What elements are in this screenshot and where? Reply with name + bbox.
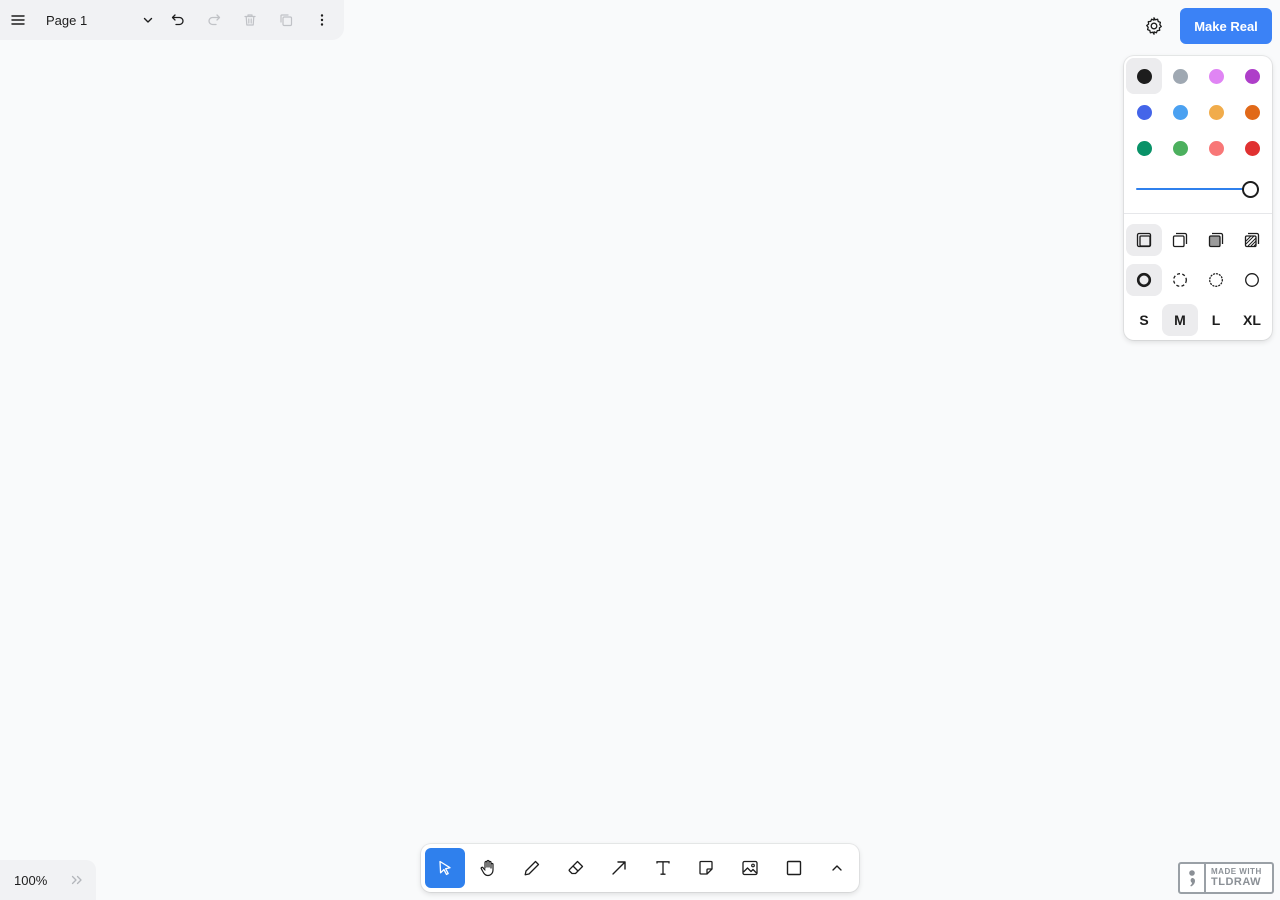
page-name: Page 1	[46, 12, 88, 28]
draw-icon[interactable]	[512, 848, 552, 888]
color-swatch-violet[interactable]	[1234, 58, 1270, 94]
slider-thumb[interactable]	[1242, 181, 1259, 198]
trash-icon[interactable]	[232, 0, 268, 40]
color-dot	[1244, 104, 1260, 120]
dash-dashed-icon[interactable]	[1162, 264, 1198, 296]
fill-options	[1126, 224, 1270, 256]
double-chevron-right-icon[interactable]	[62, 873, 92, 887]
color-dot	[1172, 104, 1188, 120]
fill-none-icon[interactable]	[1126, 224, 1162, 256]
color-dot	[1136, 104, 1152, 120]
color-swatch-orange[interactable]	[1234, 94, 1270, 130]
size-label: M	[1174, 312, 1186, 328]
color-dot	[1208, 68, 1224, 84]
chevron-up-icon[interactable]	[819, 848, 855, 888]
color-swatch-red[interactable]	[1234, 130, 1270, 166]
size-m-button[interactable]: M	[1162, 304, 1198, 336]
color-swatch-light-violet[interactable]	[1198, 58, 1234, 94]
make-real-button[interactable]: Make Real	[1180, 8, 1272, 44]
color-dot	[1244, 140, 1260, 156]
arrow-icon[interactable]	[599, 848, 639, 888]
duplicate-icon[interactable]	[268, 0, 304, 40]
size-l-button[interactable]: L	[1198, 304, 1234, 336]
hand-icon[interactable]	[469, 848, 509, 888]
undo-icon[interactable]	[160, 0, 196, 40]
watermark-text: MADE WITH TLDRAW	[1206, 868, 1262, 888]
style-panel: S M L XL	[1124, 56, 1272, 340]
color-swatch-light-green[interactable]	[1162, 130, 1198, 166]
color-dot	[1172, 140, 1188, 156]
color-picker	[1126, 58, 1270, 166]
made-with-tldraw-link[interactable]: MADE WITH TLDRAW	[1178, 862, 1274, 894]
size-label: S	[1139, 312, 1149, 328]
color-dot	[1208, 140, 1224, 156]
redo-icon[interactable]	[196, 0, 232, 40]
size-label: XL	[1243, 312, 1261, 328]
page-selector[interactable]: Page 1	[36, 0, 160, 40]
color-dot	[1244, 68, 1260, 84]
hamburger-icon[interactable]	[0, 0, 36, 40]
color-dot	[1208, 104, 1224, 120]
gear-icon[interactable]	[1136, 8, 1172, 44]
color-dot	[1136, 68, 1152, 84]
menu-bar: Page 1	[0, 0, 344, 40]
color-swatch-blue[interactable]	[1126, 94, 1162, 130]
color-swatch-grey[interactable]	[1162, 58, 1198, 94]
select-icon[interactable]	[425, 848, 465, 888]
fill-semi-icon[interactable]	[1162, 224, 1198, 256]
opacity-slider[interactable]	[1136, 179, 1262, 199]
dash-draw-icon[interactable]	[1126, 264, 1162, 296]
color-swatch-light-red[interactable]	[1198, 130, 1234, 166]
size-s-button[interactable]: S	[1126, 304, 1162, 336]
note-icon[interactable]	[687, 848, 727, 888]
slider-track	[1136, 188, 1246, 190]
watermark-line1: MADE WITH	[1211, 867, 1262, 876]
size-label: L	[1211, 312, 1221, 328]
color-dot	[1136, 140, 1152, 156]
divider	[1124, 213, 1272, 214]
color-swatch-light-blue[interactable]	[1162, 94, 1198, 130]
zoom-bar: 100%	[0, 860, 96, 900]
zoom-level[interactable]: 100%	[0, 873, 62, 888]
color-swatch-green[interactable]	[1126, 130, 1162, 166]
fill-solid-icon[interactable]	[1198, 224, 1234, 256]
watermark-line2: TLDRAW	[1211, 876, 1262, 888]
text-icon[interactable]	[643, 848, 683, 888]
image-icon[interactable]	[730, 848, 770, 888]
fill-pattern-icon[interactable]	[1234, 224, 1270, 256]
dash-solid-icon[interactable]	[1234, 264, 1270, 296]
tool-toolbar	[421, 844, 859, 892]
dash-dotted-icon[interactable]	[1198, 264, 1234, 296]
size-options: S M L XL	[1126, 304, 1270, 336]
color-swatch-yellow[interactable]	[1198, 94, 1234, 130]
size-xl-button[interactable]: XL	[1234, 304, 1270, 336]
eraser-icon[interactable]	[556, 848, 596, 888]
rectangle-icon[interactable]	[774, 848, 814, 888]
dash-options	[1126, 264, 1270, 296]
color-swatch-black[interactable]	[1126, 58, 1162, 94]
tldraw-logo-icon	[1180, 864, 1206, 892]
more-vertical-icon[interactable]	[304, 0, 340, 40]
color-dot	[1172, 68, 1188, 84]
